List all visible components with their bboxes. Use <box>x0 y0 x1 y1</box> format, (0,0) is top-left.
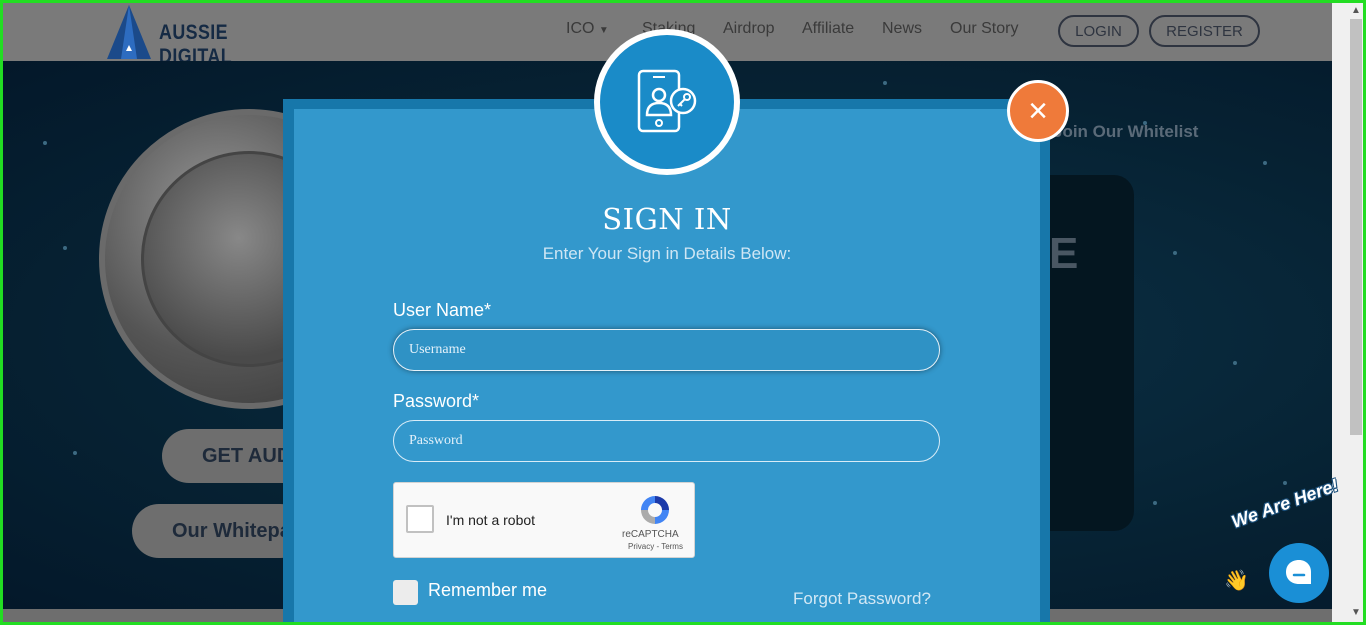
nav-news[interactable]: News <box>882 20 922 38</box>
remember-me-label[interactable]: Remember me <box>428 580 547 601</box>
waving-hand-icon: 👋 <box>1224 570 1249 592</box>
whitelist-link[interactable]: Join Our Whitelist <box>1053 122 1198 142</box>
nav-affiliate[interactable]: Affiliate <box>802 20 854 38</box>
triangle-logo-icon <box>107 5 151 59</box>
nav-our-story[interactable]: Our Story <box>950 20 1018 38</box>
recaptcha-widget: I'm not a robot reCAPTCHA Privacy - Term… <box>393 482 695 558</box>
modal-title: SIGN IN <box>602 202 732 236</box>
scrollbar-thumb[interactable] <box>1350 19 1362 435</box>
nav-airdrop[interactable]: Airdrop <box>723 20 775 38</box>
password-input[interactable] <box>393 420 940 462</box>
brand-logo[interactable]: AUSSIE DIGITAL <box>107 3 307 68</box>
forgot-password-link[interactable]: Forgot Password? <box>793 589 931 609</box>
close-icon: × <box>1028 91 1048 130</box>
close-modal-button[interactable]: × <box>1007 80 1069 142</box>
tablet-user-key-icon <box>637 69 697 133</box>
chat-bubble-icon <box>1286 560 1311 584</box>
chevron-down-icon: ▼ <box>598 25 609 36</box>
whitepaper-button[interactable]: Our Whitepa <box>132 504 307 558</box>
modal-badge <box>594 29 740 175</box>
login-button[interactable]: LOGIN <box>1058 15 1139 47</box>
recaptcha-terms-link[interactable]: Privacy - Terms <box>628 542 683 551</box>
register-button[interactable]: REGISTER <box>1149 15 1260 47</box>
username-input[interactable] <box>393 329 940 371</box>
password-label: Password* <box>393 391 480 411</box>
partial-heading: E <box>1049 229 1079 278</box>
recaptcha-checkbox[interactable] <box>406 505 434 533</box>
username-label: User Name* <box>393 300 492 320</box>
scroll-up-icon[interactable]: ▲ <box>1351 5 1361 16</box>
nav-ico[interactable]: ICO ▼ <box>566 20 609 38</box>
page-scrollbar[interactable]: ▲ ▼ <box>1332 3 1363 622</box>
modal-subtitle: Enter Your Sign in Details Below: <box>542 244 792 263</box>
chat-launcher-button[interactable] <box>1269 543 1329 603</box>
recaptcha-label: I'm not a robot <box>446 512 536 528</box>
recaptcha-brand: reCAPTCHA <box>622 529 679 540</box>
scroll-down-icon[interactable]: ▼ <box>1351 607 1361 618</box>
recaptcha-logo-icon <box>641 496 669 524</box>
remember-me-checkbox[interactable] <box>393 580 418 605</box>
